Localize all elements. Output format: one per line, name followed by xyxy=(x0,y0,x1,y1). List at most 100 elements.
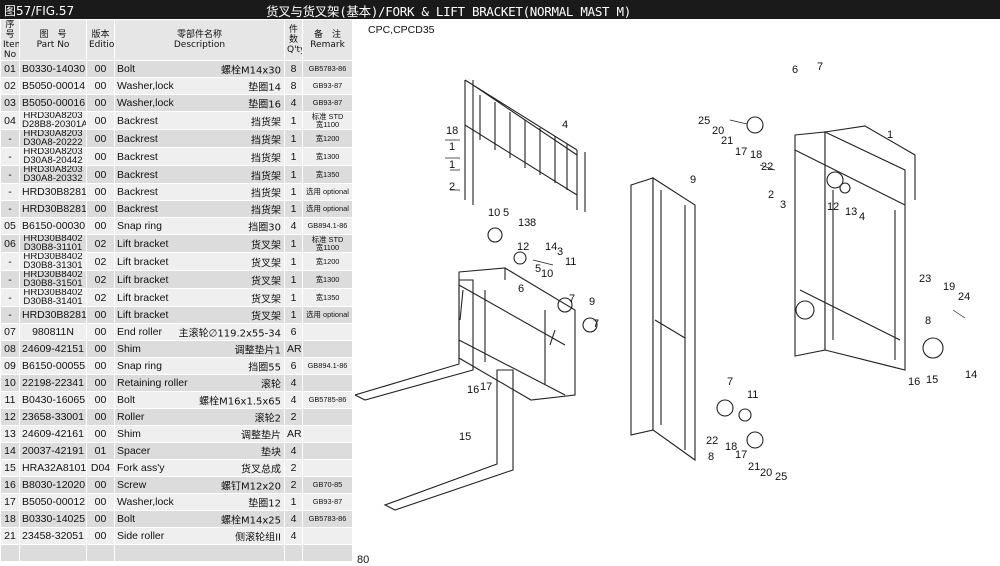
table-row: 16 B8030-12020 00 Screw 螺钉M12x20 2 GB70-85 xyxy=(0,476,353,494)
description-en: Lift bracket xyxy=(117,309,169,321)
part-number-cell: B0430-16065 xyxy=(19,391,87,409)
item-number-cell: 21 xyxy=(0,527,20,545)
callout-20: 20 xyxy=(760,467,772,479)
description-cell: End roller 主滚轮∅119.2x55-34 xyxy=(114,323,285,341)
remark-line: 选用 optional xyxy=(306,204,349,213)
description-en: Snap ring xyxy=(117,220,162,232)
quantity-cell xyxy=(284,544,303,562)
item-number-cell: 11 xyxy=(0,391,20,409)
part-number-line: 20037-42191 xyxy=(22,445,84,457)
description-cn: 调整垫片 xyxy=(241,430,281,442)
remark-cell: 选用 optional xyxy=(302,306,353,324)
remark-cell: 选用 optional xyxy=(302,200,353,218)
col-edition-header: 版本Edition xyxy=(86,19,115,61)
description-cn: 货叉架 xyxy=(251,258,281,269)
quantity-cell: 6 xyxy=(284,323,303,341)
callout-17: 17 xyxy=(480,381,492,393)
description-cell: Lift bracket 货叉架 xyxy=(114,252,285,271)
callout-8: 8 xyxy=(708,451,714,463)
item-number-cell: 07 xyxy=(0,323,20,341)
description-cell: Bolt 螺栓M16x1.5x65 xyxy=(114,391,285,409)
description-cell: Spacer 垫块 xyxy=(114,442,285,460)
edition-cell: 00 xyxy=(86,374,115,392)
description-cn: 调整垫片1 xyxy=(234,345,281,357)
remark-line: 宽1200 xyxy=(315,256,340,266)
quantity-cell: 8 xyxy=(284,77,303,95)
description-cell xyxy=(114,544,285,562)
description-cell: Lift bracket 货叉架 xyxy=(114,288,285,307)
callout-13: 13 xyxy=(518,217,530,229)
part-number-cell: B6150-00030 xyxy=(19,217,87,235)
edition-cell: 02 xyxy=(86,252,115,271)
part-number-line: HRD30B8281H xyxy=(22,186,87,198)
table-row: 13 24609-42161 00 Shim 调整垫片 AR xyxy=(0,425,353,443)
callout-3: 3 xyxy=(557,246,563,258)
part-number-cell: HRD30B8402 D30B8-31501 xyxy=(19,270,87,289)
description-cell: Bolt 螺栓M14x25 xyxy=(114,510,285,528)
quantity-cell: AR xyxy=(284,425,303,443)
part-number-line: B6150-00055 xyxy=(22,360,86,372)
edition-cell: 00 xyxy=(86,111,115,130)
callout-22: 22 xyxy=(761,161,773,173)
table-row: - HRD30A8203 D30A8-20222 00 Backrest 挡货架 1 宽120… xyxy=(0,129,353,148)
remark-cell: GB70-85 xyxy=(302,476,353,494)
part-number-cell: HRD30A8203 D30A8-20332 xyxy=(19,165,87,184)
edition-cell: 00 xyxy=(86,306,115,324)
description-cn: 螺栓M14x25 xyxy=(221,515,281,527)
description-cell: Washer,lock 垫圈14 xyxy=(114,77,285,95)
part-number-line: D28B8-20301A xyxy=(22,118,87,130)
description-en: Shim xyxy=(117,428,141,440)
table-row: 03 B5050-00016 00 Washer,lock 垫圈16 4 GB93-87 xyxy=(0,94,353,112)
part-number-cell: B0330-14025 xyxy=(19,510,87,528)
edition-cell: 00 xyxy=(86,357,115,375)
part-number-cell: 22198-22341 xyxy=(19,374,87,392)
remark-line: GB5783-86 xyxy=(308,514,347,523)
description-cell: Backrest 挡货架 xyxy=(114,183,285,201)
description-en: Washer,lock xyxy=(117,496,174,508)
callout-6: 6 xyxy=(792,64,798,76)
item-number-cell: 13 xyxy=(0,425,20,443)
remark-cell: GB93-87 xyxy=(302,94,353,112)
description-en: End roller xyxy=(117,326,162,338)
item-number-cell: 10 xyxy=(0,374,20,392)
quantity-cell: 4 xyxy=(284,217,303,235)
part-number-cell: B5050-00016 xyxy=(19,94,87,112)
callout-15: 15 xyxy=(926,374,938,386)
description-cell: Washer,lock 垫圈16 xyxy=(114,94,285,112)
remark-cell xyxy=(302,527,353,545)
edition-cell: 00 xyxy=(86,77,115,95)
part-number-line: 980811N xyxy=(32,326,74,338)
description-cell: Snap ring 挡圈55 xyxy=(114,357,285,375)
callout-21: 21 xyxy=(721,135,733,147)
callout-10: 10 xyxy=(488,207,500,219)
edition-cell: 00 xyxy=(86,129,115,148)
item-number-cell: 03 xyxy=(0,94,20,112)
part-number-cell: 23658-33001 xyxy=(19,408,87,426)
callout-9: 9 xyxy=(690,174,696,186)
description-en: Fork ass'y xyxy=(117,462,165,474)
description-cell: Roller 滚轮2 xyxy=(114,408,285,426)
backrest-drawing xyxy=(464,79,586,212)
description-cell: Backrest 挡货架 xyxy=(114,111,285,130)
table-row: 10 22198-22341 00 Retaining roller 滚轮 4 xyxy=(0,374,353,392)
callout-17: 17 xyxy=(735,449,747,461)
edition-cell: 02 xyxy=(86,288,115,307)
table-row: - HRD30B8402 D30B8-31301 02 Lift bracket 货叉架 1… xyxy=(0,252,353,271)
part-number-cell: HRD30A8203 D30A8-20442 xyxy=(19,147,87,166)
description-cell: Backrest 挡货架 xyxy=(114,165,285,184)
description-cn: 垫圈12 xyxy=(248,498,281,510)
description-cell: Shim 调整垫片 xyxy=(114,425,285,443)
remark-line: GB93-87 xyxy=(312,497,343,506)
description-en: Backrest xyxy=(117,132,158,145)
description-cn: 螺栓M16x1.5x65 xyxy=(199,396,281,408)
table-row: - HRD30A8203 D30A8-20332 00 Backrest 挡货架 1 宽135… xyxy=(0,165,353,184)
part-number-line: HRD30B8281W xyxy=(22,203,87,215)
remark-cell xyxy=(302,544,353,562)
description-cn: 挡货架 xyxy=(251,153,281,164)
exploded-diagram: 41812110 513 814 311125 1067 9716 1715971122 18… xyxy=(355,61,977,511)
remark-cell: GB93-87 xyxy=(302,493,353,511)
remark-cell: GB5783-86 xyxy=(302,60,353,78)
description-cn: 螺钉M12x20 xyxy=(221,481,281,493)
description-en: Lift bracket xyxy=(117,291,169,304)
col-item-header: 序号Item No xyxy=(0,19,20,61)
